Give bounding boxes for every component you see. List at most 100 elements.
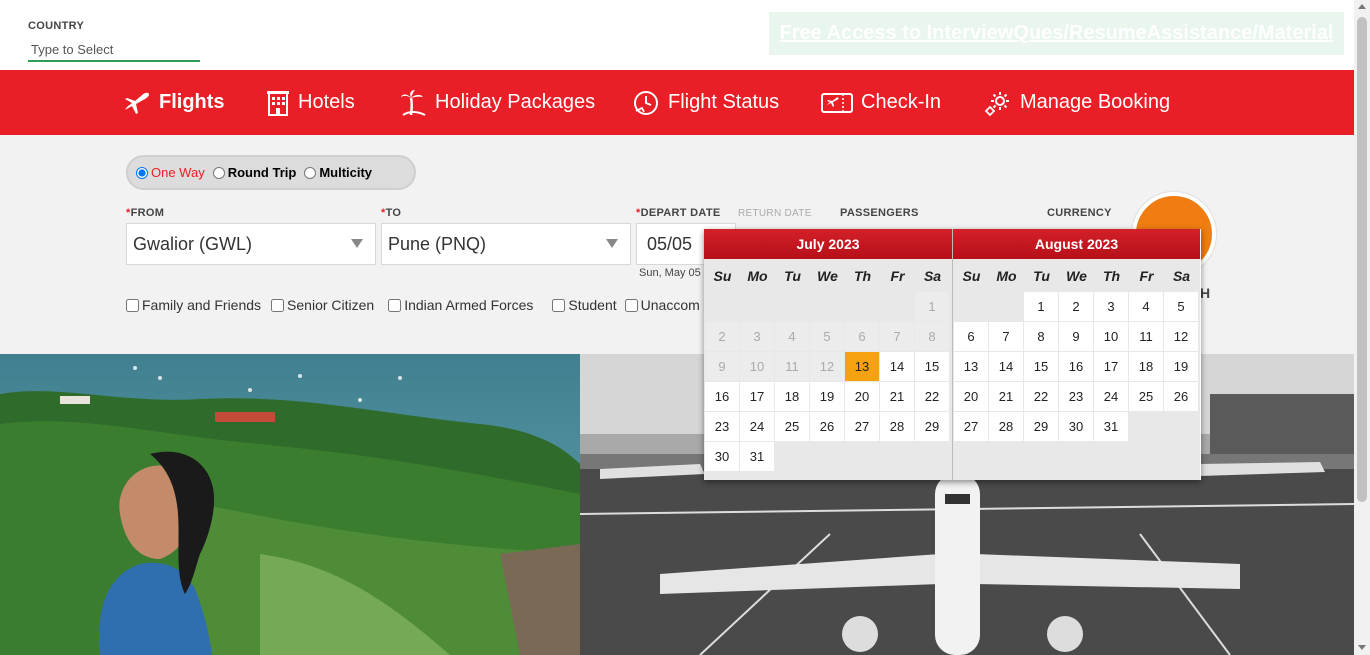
calendar-day[interactable]: 18 <box>1129 352 1164 382</box>
calendar-day[interactable]: 10 <box>1094 322 1129 352</box>
nav-flights[interactable]: Flights <box>123 70 225 135</box>
nav-check-in[interactable]: Check-In <box>821 70 941 135</box>
main-nav: Flights Hotels Holiday Packages Flight S… <box>0 70 1354 135</box>
discount-options: Family and Friends Senior Citizen Indian… <box>126 297 700 313</box>
calendar-day-disabled: 12 <box>810 352 845 382</box>
calendar-day[interactable]: 6 <box>954 322 989 352</box>
unaccompanied-checkbox[interactable] <box>624 298 638 312</box>
calendar-day[interactable]: 28 <box>880 412 915 442</box>
nav-flight-status[interactable]: Flight Status <box>632 70 779 135</box>
calendar-day[interactable]: 20 <box>954 382 989 412</box>
nav-hotels[interactable]: Hotels <box>266 70 355 135</box>
calendar-day[interactable]: 29 <box>1024 412 1059 442</box>
one-way-radio[interactable] <box>136 166 148 179</box>
weekday-label: Sa <box>1172 267 1191 284</box>
calendar-day[interactable]: 29 <box>915 412 950 442</box>
calendar-day[interactable]: 4 <box>1129 292 1164 322</box>
calendar-day[interactable]: 21 <box>880 382 915 412</box>
trip-one-way[interactable]: One Way <box>136 165 205 180</box>
to-label: *TO <box>381 207 402 219</box>
calendar-day[interactable]: 19 <box>1164 352 1199 382</box>
calendar-day[interactable]: 19 <box>810 382 845 412</box>
scrollbar-thumb[interactable] <box>1357 17 1367 502</box>
to-select[interactable]: Pune (PNQ) <box>381 223 631 265</box>
from-select[interactable]: Gwalior (GWL) <box>126 223 376 265</box>
country-input[interactable] <box>28 38 200 62</box>
calendar-day[interactable]: 15 <box>1024 352 1059 382</box>
currency-label: CURRENCY <box>1047 207 1112 219</box>
calendar-day[interactable]: 16 <box>705 382 740 412</box>
calendar-day[interactable]: 5 <box>1164 292 1199 322</box>
senior-citizen-checkbox[interactable] <box>271 298 285 312</box>
calendar-day[interactable]: 30 <box>705 442 740 472</box>
calendar-day[interactable]: 26 <box>810 412 845 442</box>
calendar-day-disabled: 8 <box>915 322 950 352</box>
month-title: August 2023 <box>953 229 1200 259</box>
calendar-day[interactable]: 2 <box>1059 292 1094 322</box>
multicity-radio[interactable] <box>304 166 317 179</box>
weekday-label: Tu <box>1033 267 1050 284</box>
calendar-day[interactable]: 23 <box>1059 382 1094 412</box>
trip-multicity[interactable]: Multicity <box>304 165 372 180</box>
discount-armed-forces[interactable]: Indian Armed Forces <box>388 297 533 313</box>
calendar-day[interactable]: 30 <box>1059 412 1094 442</box>
calendar-day[interactable]: 1 <box>1024 292 1059 322</box>
page-scrollbar[interactable] <box>1354 0 1370 655</box>
weekday-label: Fr <box>1139 267 1154 284</box>
calendar-day[interactable]: 25 <box>775 412 810 442</box>
calendar-day-disabled: 7 <box>880 322 915 352</box>
calendar-day[interactable]: 28 <box>989 412 1024 442</box>
calendar-day[interactable]: 17 <box>1094 352 1129 382</box>
calendar-day[interactable]: 25 <box>1129 382 1164 412</box>
discount-family-friends[interactable]: Family and Friends <box>126 297 261 313</box>
trip-round-trip[interactable]: Round Trip <box>212 165 296 180</box>
calendar-day[interactable]: 23 <box>705 412 740 442</box>
calendar-day[interactable]: 27 <box>845 412 880 442</box>
discount-unaccompanied[interactable]: Unaccom <box>624 297 700 313</box>
calendar-day[interactable]: 27 <box>954 412 989 442</box>
nav-manage-booking[interactable]: Manage Booking <box>984 70 1170 135</box>
weekday-label: Sa <box>923 267 942 284</box>
promo-link[interactable]: Free Access to InterviewQues/ResumeAssis… <box>780 22 1334 45</box>
calendar-day[interactable]: 15 <box>915 352 950 382</box>
calendar-day[interactable]: 14 <box>989 352 1024 382</box>
calendar-day[interactable]: 21 <box>989 382 1024 412</box>
calendar-day-highlighted[interactable]: 13 <box>845 352 880 382</box>
discount-student[interactable]: Student <box>552 297 617 313</box>
round-trip-radio[interactable] <box>212 166 225 179</box>
student-checkbox[interactable] <box>552 298 566 312</box>
calendar-day[interactable]: 22 <box>915 382 950 412</box>
calendar-day[interactable]: 31 <box>1094 412 1129 442</box>
unaccompanied-label: Unaccom <box>640 297 700 313</box>
calendar-day[interactable]: 3 <box>1094 292 1129 322</box>
calendar-day[interactable]: 26 <box>1164 382 1199 412</box>
calendar-day[interactable]: 17 <box>740 382 775 412</box>
armed-forces-checkbox[interactable] <box>388 298 402 312</box>
calendar-day[interactable]: 20 <box>845 382 880 412</box>
calendar-day[interactable]: 24 <box>1094 382 1129 412</box>
calendar-day[interactable]: 22 <box>1024 382 1059 412</box>
calendar-day[interactable]: 11 <box>1129 322 1164 352</box>
calendar-day[interactable]: 13 <box>954 352 989 382</box>
nav-holiday-packages[interactable]: Holiday Packages <box>399 70 595 135</box>
calendar-empty-cell <box>880 292 915 322</box>
scroll-down-arrow-icon[interactable] <box>1358 645 1366 650</box>
calendar-day-disabled: 4 <box>775 322 810 352</box>
calendar-day[interactable]: 16 <box>1059 352 1094 382</box>
calendar-day[interactable]: 18 <box>775 382 810 412</box>
calendar-day[interactable]: 8 <box>1024 322 1059 352</box>
calendar-day[interactable]: 9 <box>1059 322 1094 352</box>
hotel-icon <box>267 90 289 116</box>
nav-hotels-label: Hotels <box>298 91 355 113</box>
hero-image-traveler <box>0 354 580 655</box>
calendar-day[interactable]: 31 <box>740 442 775 472</box>
scroll-up-arrow-icon[interactable] <box>1358 4 1366 9</box>
calendar-day[interactable]: 24 <box>740 412 775 442</box>
calendar-empty-cell <box>954 292 989 322</box>
family-friends-checkbox[interactable] <box>126 298 139 312</box>
calendar-day[interactable]: 7 <box>989 322 1024 352</box>
senior-citizen-label: Senior Citizen <box>287 297 375 313</box>
calendar-day[interactable]: 12 <box>1164 322 1199 352</box>
discount-senior-citizen[interactable]: Senior Citizen <box>271 297 374 313</box>
calendar-day[interactable]: 14 <box>880 352 915 382</box>
